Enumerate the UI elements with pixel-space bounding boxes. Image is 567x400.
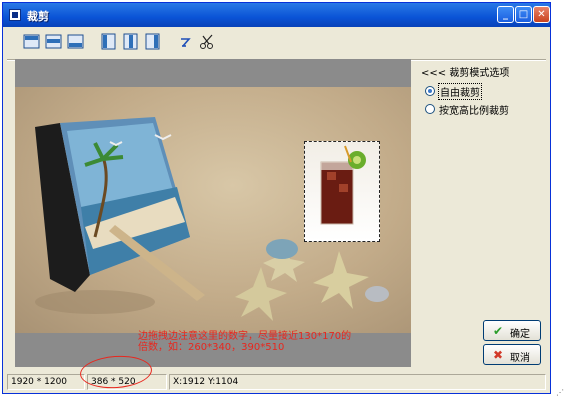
crop-selection-box[interactable] — [304, 141, 380, 242]
align-center-bar-icon[interactable] — [122, 33, 139, 50]
align-left-bar-icon[interactable] — [100, 33, 117, 50]
maximize-button[interactable]: □ — [515, 6, 532, 23]
status-coordinates: X:1912 Y:1104 — [169, 374, 546, 390]
cancel-button-label: 取消 — [510, 353, 530, 364]
close-button[interactable]: ✕ — [533, 6, 550, 23]
minimize-button[interactable]: _ — [497, 6, 514, 23]
ok-button[interactable]: ✔ 确定 — [483, 320, 541, 341]
app-icon — [9, 9, 21, 21]
rotate-arrow-icon[interactable] — [177, 33, 194, 50]
toolbar — [3, 27, 550, 57]
drink-glass-image — [320, 145, 366, 225]
align-right-bar-icon[interactable] — [144, 33, 161, 50]
cross-icon: ✖ — [493, 348, 504, 362]
cancel-button[interactable]: ✖ 取消 — [483, 344, 541, 365]
radio-aspect-crop-label[interactable]: 按宽高比例裁剪 — [439, 102, 509, 117]
radio-free-crop-label[interactable]: 自由裁剪 — [438, 83, 482, 100]
align-bottom-bar-icon[interactable] — [67, 33, 84, 50]
photo-canvas[interactable] — [15, 87, 411, 333]
window-title: 裁剪 — [27, 10, 49, 23]
check-icon: ✔ — [493, 324, 504, 338]
radio-aspect-crop[interactable] — [425, 104, 435, 114]
status-image-size: 1920 * 1200 — [7, 374, 85, 390]
align-top-bar-icon[interactable] — [23, 33, 40, 50]
crop-mode-panel-title[interactable]: <<< 裁剪模式选项 — [421, 64, 509, 79]
scissors-icon[interactable] — [199, 33, 216, 50]
annotation-text: 边拖拽边注意这里的数字，尽量接近130*170的倍数，如：260*340，390… — [138, 331, 352, 353]
image-viewport[interactable] — [15, 59, 411, 367]
radio-free-crop[interactable] — [425, 86, 435, 96]
ok-button-label: 确定 — [510, 329, 530, 340]
align-middle-bar-icon[interactable] — [45, 33, 62, 50]
resize-grip-icon[interactable]: ⋰ — [556, 388, 564, 397]
title-bar[interactable]: 裁剪 _ □ ✕ — [3, 3, 550, 27]
